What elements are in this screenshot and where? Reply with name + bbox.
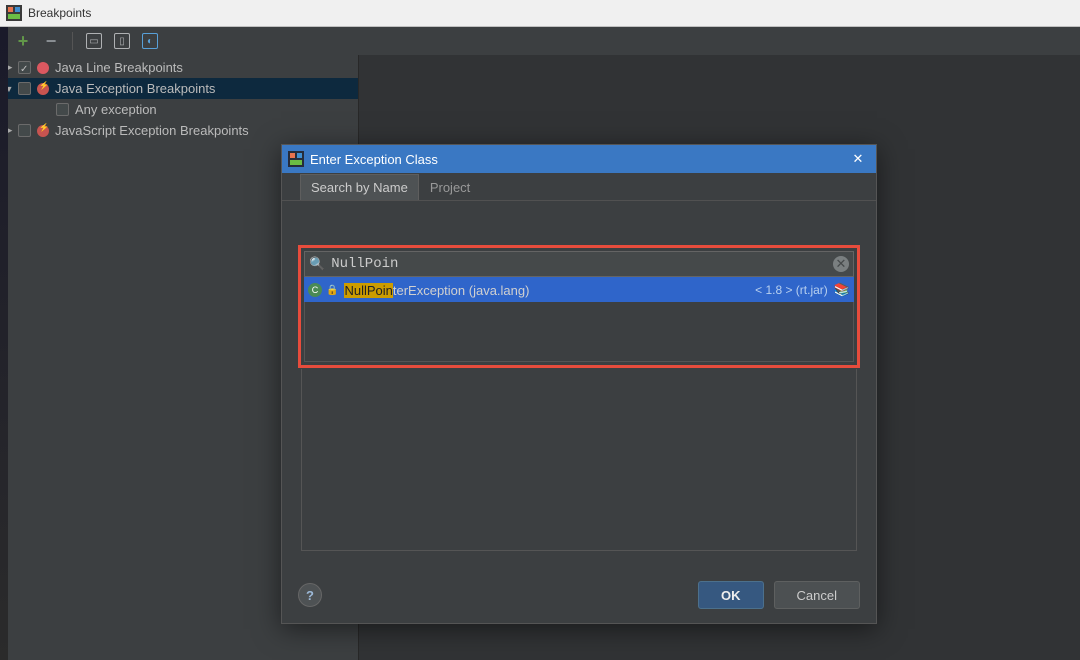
button-label: Cancel [797,588,837,603]
tree-label: Java Exception Breakpoints [55,81,215,96]
exception-breakpoint-icon [37,125,49,137]
checkbox[interactable] [18,82,31,95]
minus-icon: − [46,31,57,52]
checkbox[interactable] [56,103,69,116]
tree-row-java-line[interactable]: ▶ Java Line Breakpoints [0,57,358,78]
plus-icon: + [18,31,29,52]
group-by-type-button[interactable]: ◐ [141,32,159,50]
line-breakpoint-icon [37,62,49,74]
remove-breakpoint-button[interactable]: − [42,32,60,50]
enter-exception-dialog: Enter Exception Class ✕ Search by Name P… [281,144,877,624]
search-input[interactable] [329,255,833,273]
dialog-footer: ? OK Cancel [282,567,876,623]
tab-label: Search by Name [311,180,408,195]
group-type-icon: ◐ [142,33,158,49]
results-extra-area [301,369,857,551]
search-row: 🔍 ✕ [304,251,854,277]
dialog-title: Enter Exception Class [310,152,840,167]
dialog-body: 🔍 ✕ C 🔒 NullPointerException (java.lang)… [282,201,876,567]
close-icon: ✕ [853,151,864,167]
tree-row-js-exception[interactable]: ▶ JavaScript Exception Breakpoints [0,120,358,141]
search-result-row[interactable]: C 🔒 NullPointerException (java.lang) < 1… [304,277,854,303]
group-by-file-button[interactable]: ▭ [85,32,103,50]
result-name: NullPointerException (java.lang) [344,283,529,298]
tree-row-any-exception[interactable]: Any exception [0,99,358,120]
window-title: Breakpoints [28,6,91,20]
library-icon: 📚 [834,282,850,298]
match-highlight: NullPoin [344,283,392,298]
dialog-title-bar[interactable]: Enter Exception Class ✕ [282,145,876,173]
clear-icon: ✕ [836,256,847,272]
help-button[interactable]: ? [298,583,322,607]
tab-project[interactable]: Project [419,174,481,200]
help-icon: ? [306,588,314,603]
dialog-close-button[interactable]: ✕ [840,145,876,173]
result-meta: < 1.8 > (rt.jar) [755,283,828,297]
results-empty-area [304,302,854,362]
search-icon: 🔍 [309,256,325,272]
checkbox[interactable] [18,124,31,137]
dialog-tabs: Search by Name Project [282,173,876,201]
checkbox[interactable] [18,61,31,74]
button-label: OK [721,588,741,603]
tree-label: Java Line Breakpoints [55,60,183,75]
add-breakpoint-button[interactable]: + [14,32,32,50]
window-title-bar: Breakpoints [0,0,1080,27]
tab-search-by-name[interactable]: Search by Name [300,174,419,200]
highlight-annotation: 🔍 ✕ C 🔒 NullPointerException (java.lang)… [298,245,860,368]
tree-label: JavaScript Exception Breakpoints [55,123,249,138]
result-rest-text: terException [393,283,465,298]
tree-label: Any exception [75,102,157,117]
group-class-icon: ▯ [114,33,130,49]
lock-icon: 🔒 [326,285,338,296]
group-by-class-button[interactable]: ▯ [113,32,131,50]
result-package: (java.lang) [465,283,529,298]
toolbar-separator [72,32,73,50]
gutter-strip [0,27,8,660]
group-file-icon: ▭ [86,33,102,49]
cancel-button[interactable]: Cancel [774,581,860,609]
exception-breakpoint-icon [37,83,49,95]
tree-row-java-exception[interactable]: ▼ Java Exception Breakpoints [0,78,358,99]
clear-search-button[interactable]: ✕ [833,256,849,272]
breakpoints-toolbar: + − ▭ ▯ ◐ [0,27,1080,55]
tab-label: Project [430,180,470,195]
dialog-app-icon [288,151,304,167]
class-icon: C [308,283,322,297]
ok-button[interactable]: OK [698,581,764,609]
app-icon [6,5,22,21]
